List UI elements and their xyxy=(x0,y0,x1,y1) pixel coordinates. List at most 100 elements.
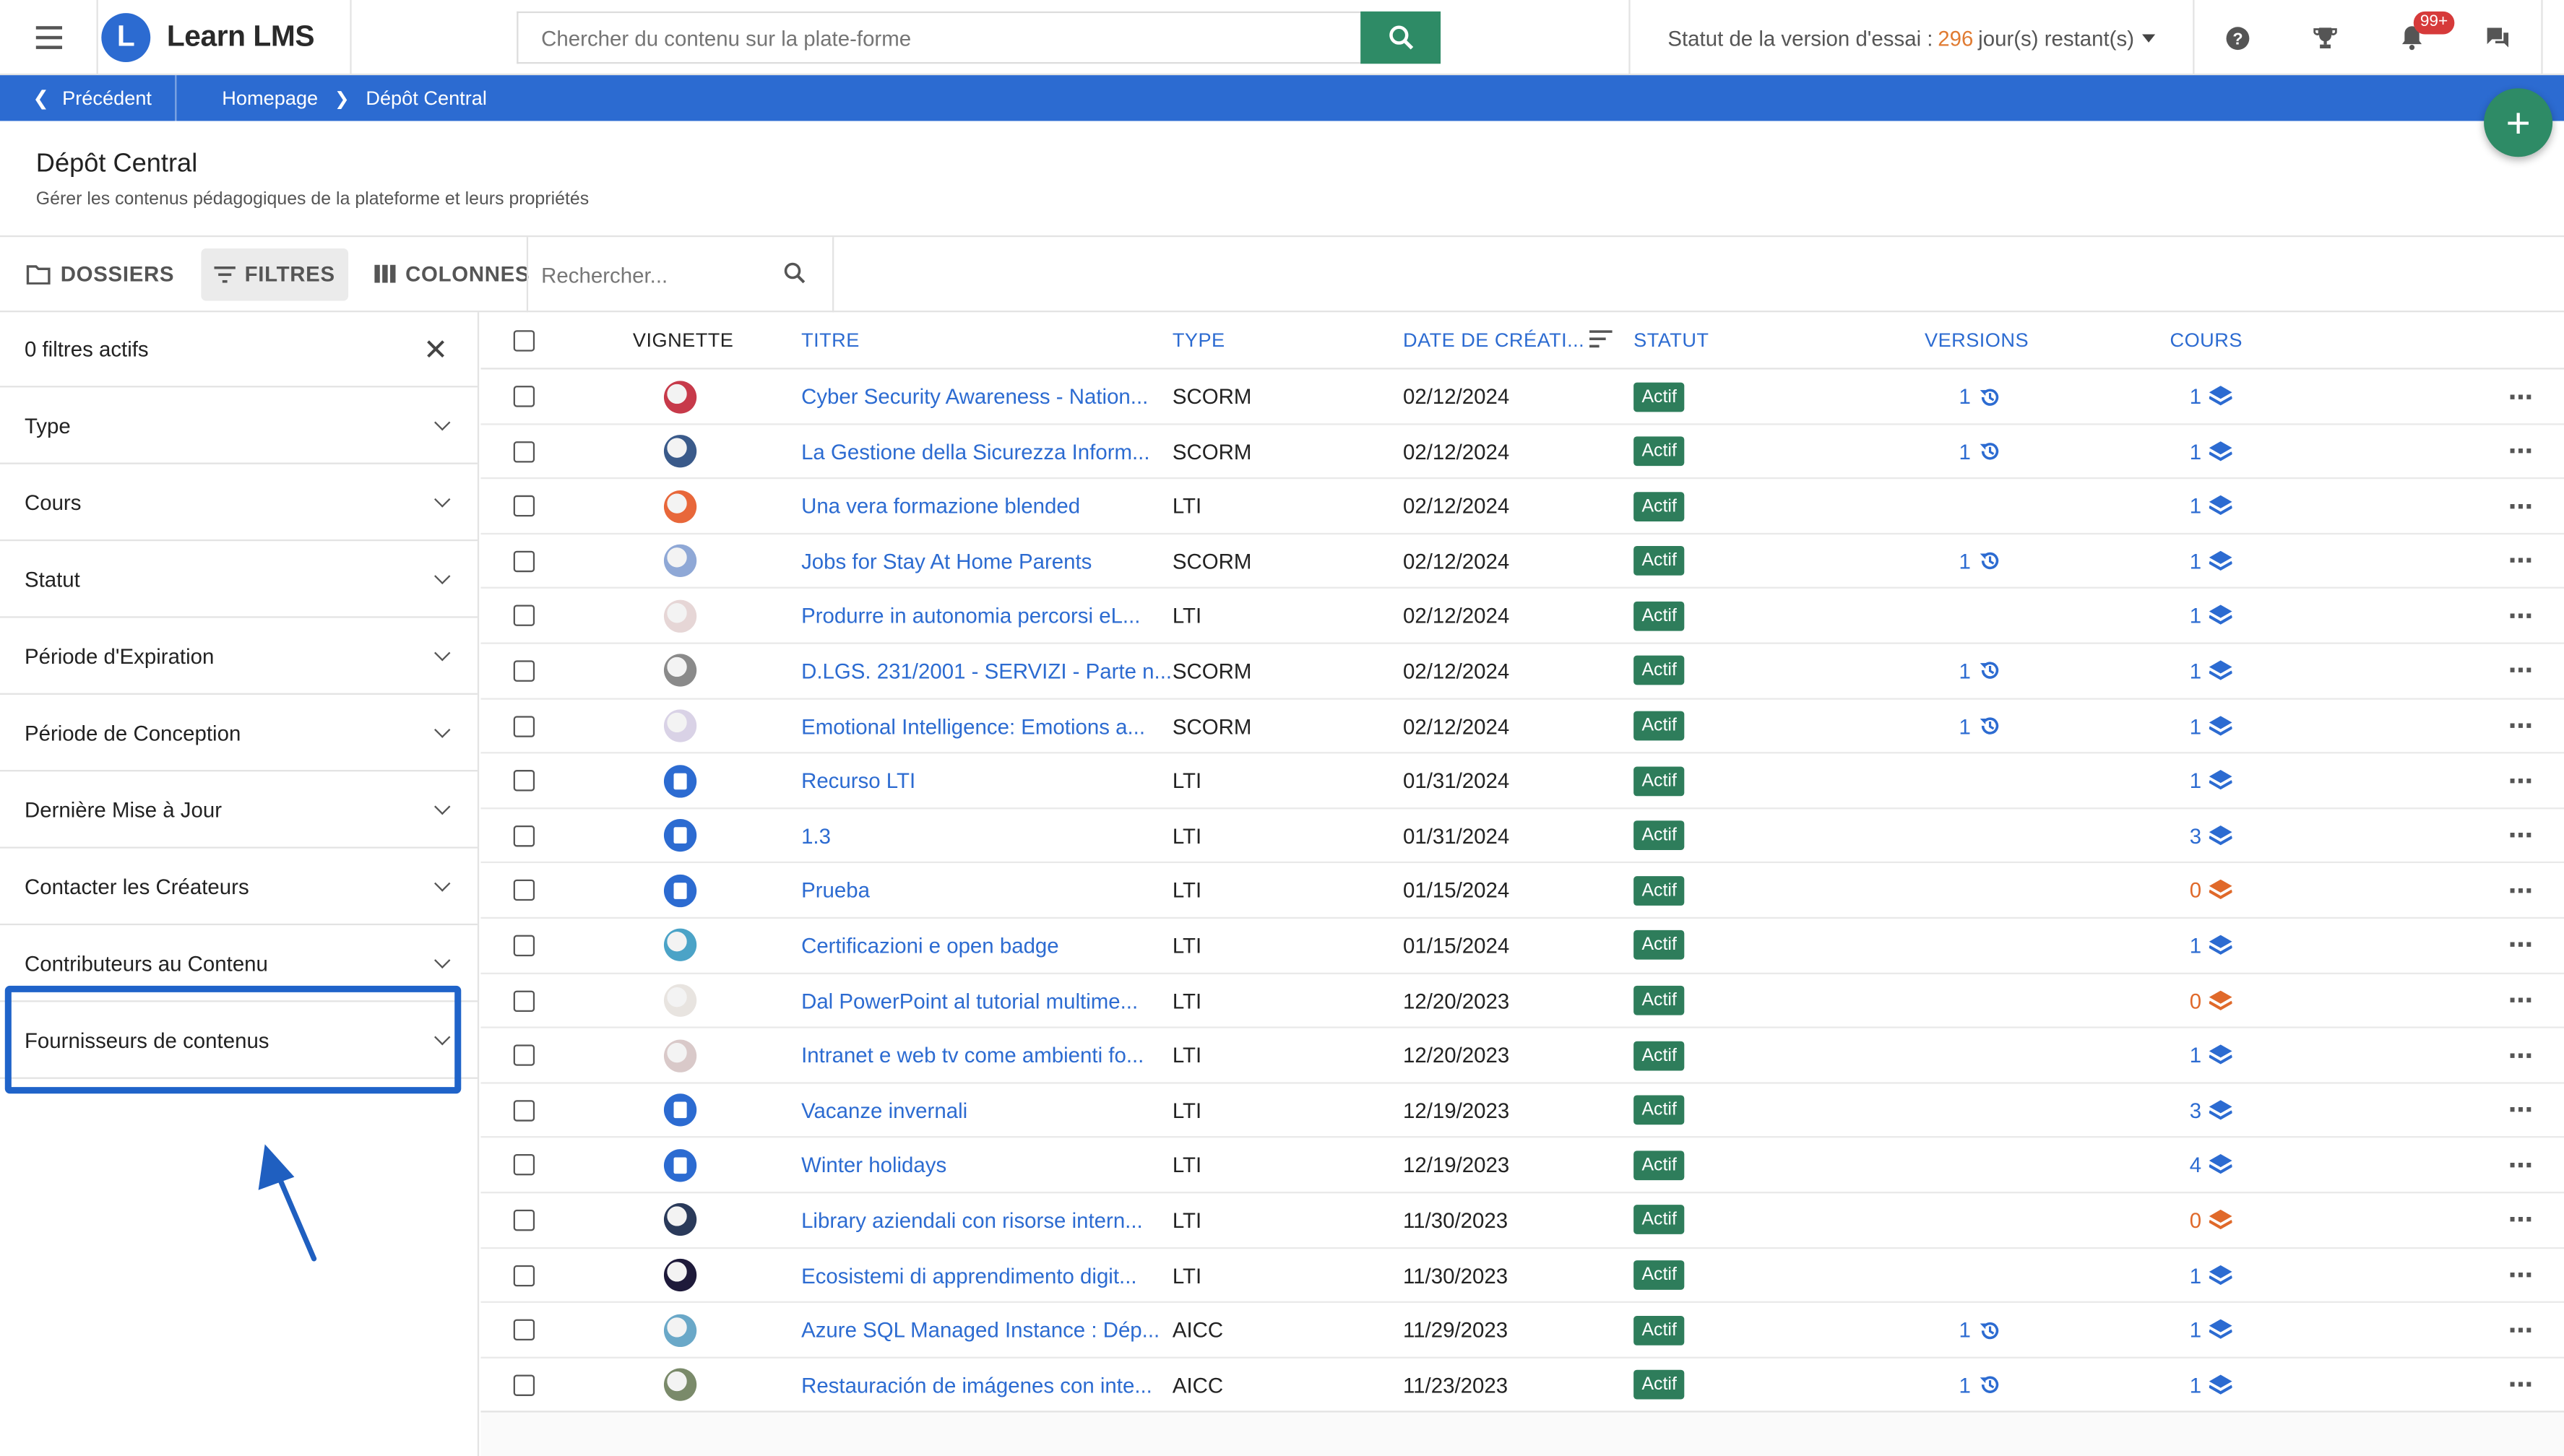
row-title[interactable]: D.LGS. 231/2001 - SERVIZI - Parte n... xyxy=(801,644,1172,698)
row-title[interactable]: Produrre in autonomia percorsi eL... xyxy=(801,589,1140,644)
global-search-input[interactable] xyxy=(517,11,1361,64)
row-checkbox[interactable] xyxy=(513,495,535,517)
courses-cell[interactable]: 1 xyxy=(2190,480,2233,534)
row-checkbox[interactable] xyxy=(513,989,535,1011)
columns-button[interactable]: COLONNES xyxy=(361,248,543,300)
versions-cell[interactable]: 1 xyxy=(1959,1303,2002,1357)
row-checkbox[interactable] xyxy=(513,1099,535,1122)
row-checkbox[interactable] xyxy=(513,550,535,572)
sort-icon[interactable] xyxy=(1589,330,1613,348)
table-row[interactable]: Ecosistemi di apprendimento digit... LTI 1… xyxy=(480,1248,2564,1304)
more-icon[interactable]: ⋯ xyxy=(2508,1358,2534,1412)
versions-cell[interactable]: 1 xyxy=(1959,699,2002,753)
row-title[interactable]: Ecosistemi di apprendimento digit... xyxy=(801,1248,1136,1302)
trial-status-dropdown[interactable]: Statut de la version d'essai : 296 jour(… xyxy=(1628,0,2195,76)
table-row[interactable]: Intranet e web tv come ambienti fo... LTI… xyxy=(480,1028,2564,1083)
row-title[interactable]: Cyber Security Awareness - Nation... xyxy=(801,370,1148,424)
row-title[interactable]: Prueba xyxy=(801,864,870,918)
more-icon[interactable]: ⋯ xyxy=(2508,1083,2534,1138)
more-icon[interactable]: ⋯ xyxy=(2508,809,2534,863)
more-icon[interactable]: ⋯ xyxy=(2508,644,2534,698)
courses-cell[interactable]: 1 xyxy=(2190,589,2233,644)
row-title[interactable]: Certificazioni e open badge xyxy=(801,919,1059,973)
row-checkbox[interactable] xyxy=(513,386,535,407)
more-icon[interactable]: ⋯ xyxy=(2508,1028,2534,1083)
more-icon[interactable]: ⋯ xyxy=(2508,864,2534,918)
table-row[interactable]: Produrre in autonomia percorsi eL... LTI 0… xyxy=(480,589,2564,644)
table-search[interactable]: Rechercher... xyxy=(526,237,834,313)
row-checkbox[interactable] xyxy=(513,1044,535,1067)
table-row[interactable]: D.LGS. 231/2001 - SERVIZI - Parte n... SC… xyxy=(480,644,2564,699)
filters-button[interactable]: FILTRES xyxy=(200,247,348,300)
add-content-button[interactable]: + xyxy=(2484,88,2553,157)
filter-row[interactable]: Type xyxy=(0,387,478,464)
row-checkbox[interactable] xyxy=(513,715,535,737)
notifications-button[interactable]: 99+ xyxy=(2367,0,2455,75)
col-status[interactable]: STATUT xyxy=(1633,329,1709,352)
courses-cell[interactable]: 1 xyxy=(2190,425,2233,479)
more-icon[interactable]: ⋯ xyxy=(2508,1193,2534,1247)
row-checkbox[interactable] xyxy=(513,825,535,846)
courses-cell[interactable]: 1 xyxy=(2190,534,2233,589)
courses-cell[interactable]: 1 xyxy=(2190,919,2233,973)
table-row[interactable]: Dal PowerPoint al tutorial multime... LTI… xyxy=(480,974,2564,1028)
table-row[interactable]: Winter holidays LTI 12/19/2023 Actif 4 ⋯ xyxy=(480,1138,2564,1194)
row-checkbox[interactable] xyxy=(513,441,535,462)
help-button[interactable]: ? xyxy=(2194,0,2281,75)
table-row[interactable]: Azure SQL Managed Instance : Dép... AICC 1… xyxy=(480,1303,2564,1358)
row-title[interactable]: Intranet e web tv come ambienti fo... xyxy=(801,1028,1144,1083)
col-type[interactable]: TYPE xyxy=(1173,329,1225,352)
more-icon[interactable]: ⋯ xyxy=(2508,699,2534,753)
table-row[interactable]: 1.3 LTI 01/31/2024 Actif 3 ⋯ xyxy=(480,809,2564,864)
back-button[interactable]: ❮ Précédent xyxy=(0,75,176,121)
more-icon[interactable]: ⋯ xyxy=(2508,1138,2534,1192)
courses-cell[interactable]: 1 xyxy=(2190,1248,2233,1302)
versions-cell[interactable]: 1 xyxy=(1959,644,2002,698)
more-icon[interactable]: ⋯ xyxy=(2508,589,2534,644)
courses-cell[interactable]: 3 xyxy=(2190,1083,2233,1138)
col-title[interactable]: TITRE xyxy=(801,329,860,352)
more-icon[interactable]: ⋯ xyxy=(2508,1303,2534,1357)
row-checkbox[interactable] xyxy=(513,1374,535,1396)
folders-button[interactable]: DOSSIERS xyxy=(13,248,187,300)
col-date[interactable]: DATE DE CRÉATI... xyxy=(1403,329,1584,352)
row-checkbox[interactable] xyxy=(513,770,535,792)
row-title[interactable]: Dal PowerPoint al tutorial multime... xyxy=(801,974,1138,1028)
more-icon[interactable]: ⋯ xyxy=(2508,480,2534,534)
more-icon[interactable]: ⋯ xyxy=(2508,1248,2534,1302)
filter-row[interactable]: Cours xyxy=(0,464,478,542)
filter-row[interactable]: Dernière Mise à Jour xyxy=(0,771,478,849)
table-row[interactable]: Vacanze invernali LTI 12/19/2023 Actif 3 ⋯ xyxy=(480,1083,2564,1139)
courses-cell[interactable]: 1 xyxy=(2190,1303,2233,1357)
row-checkbox[interactable] xyxy=(513,1319,535,1341)
versions-cell[interactable]: 1 xyxy=(1959,425,2002,479)
courses-cell[interactable]: 4 xyxy=(2190,1138,2233,1192)
row-checkbox[interactable] xyxy=(513,1264,535,1286)
row-title[interactable]: Restauración de imágenes con inte... xyxy=(801,1358,1152,1412)
row-title[interactable]: Recurso LTI xyxy=(801,754,915,808)
trophy-button[interactable] xyxy=(2281,0,2367,75)
filter-row[interactable]: Période de Conception xyxy=(0,695,478,772)
table-row[interactable]: Prueba LTI 01/15/2024 Actif 0 ⋯ xyxy=(480,864,2564,919)
table-row[interactable]: Certificazioni e open badge LTI 01/15/2024… xyxy=(480,919,2564,974)
settings-button[interactable] xyxy=(2541,0,2564,76)
table-row[interactable]: Jobs for Stay At Home Parents SCORM 02/12/… xyxy=(480,534,2564,589)
table-row[interactable]: Library aziendali con risorse intern... L… xyxy=(480,1193,2564,1249)
courses-cell[interactable]: 0 xyxy=(2190,974,2233,1028)
courses-cell[interactable]: 3 xyxy=(2190,809,2233,863)
row-checkbox[interactable] xyxy=(513,1209,535,1231)
row-title[interactable]: Una vera formazione blended xyxy=(801,480,1080,534)
more-icon[interactable]: ⋯ xyxy=(2508,534,2534,589)
courses-cell[interactable]: 0 xyxy=(2190,864,2233,918)
row-checkbox[interactable] xyxy=(513,660,535,682)
table-row[interactable]: Cyber Security Awareness - Nation... SCOR… xyxy=(480,370,2564,425)
row-title[interactable]: Vacanze invernali xyxy=(801,1083,967,1138)
courses-cell[interactable]: 0 xyxy=(2190,1193,2233,1247)
courses-cell[interactable]: 1 xyxy=(2190,1028,2233,1083)
more-icon[interactable]: ⋯ xyxy=(2508,919,2534,973)
more-icon[interactable]: ⋯ xyxy=(2508,370,2534,424)
more-icon[interactable]: ⋯ xyxy=(2508,425,2534,479)
table-row[interactable]: Restauración de imágenes con inte... AICC… xyxy=(480,1358,2564,1413)
table-row[interactable]: Recurso LTI LTI 01/31/2024 Actif 1 ⋯ xyxy=(480,754,2564,809)
row-title[interactable]: La Gestione della Sicurezza Inform... xyxy=(801,425,1149,479)
